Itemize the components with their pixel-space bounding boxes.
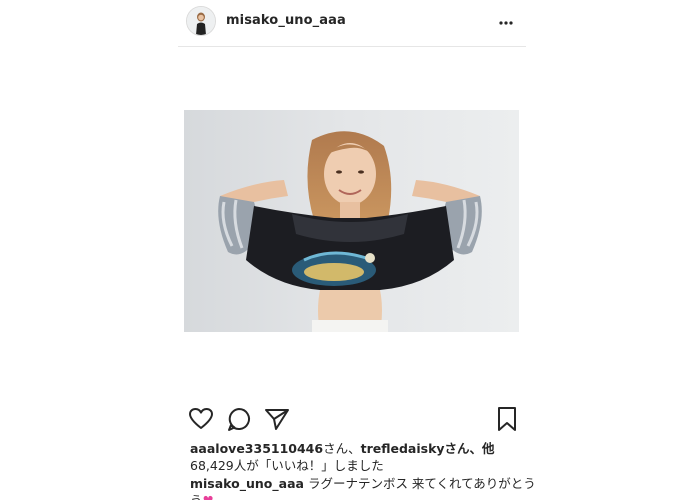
liked-by-user-1[interactable]: aaalove335110446 bbox=[190, 441, 323, 456]
liked-by-separator-2: さん、他 bbox=[444, 441, 495, 456]
heart-icon[interactable] bbox=[188, 406, 214, 432]
caption-line-2: う bbox=[190, 493, 203, 500]
post-photo[interactable] bbox=[184, 110, 519, 332]
instagram-post: misako_uno_aaa aaalove335110446さん、trefle… bbox=[0, 0, 700, 500]
likes-summary: aaalove335110446さん、trefledaiskyさん、他 68,4… bbox=[190, 440, 520, 474]
liked-by-separator-1: さん、 bbox=[323, 441, 361, 456]
bookmark-icon[interactable] bbox=[494, 406, 520, 432]
avatar[interactable] bbox=[186, 6, 216, 36]
avatar-image bbox=[187, 7, 215, 35]
post-header: misako_uno_aaa bbox=[178, 0, 526, 47]
liked-by-line: aaalove335110446さん、trefledaiskyさん、他 bbox=[190, 440, 520, 457]
caption-continuation: う♥ bbox=[190, 492, 214, 500]
heart-emoji-icon: ♥ bbox=[203, 493, 214, 500]
comment-icon[interactable] bbox=[226, 406, 252, 432]
caption: misako_uno_aaa ラグーナテンボス 来てくれてありがとう bbox=[190, 475, 536, 492]
caption-username[interactable]: misako_uno_aaa bbox=[190, 476, 304, 491]
post-username[interactable]: misako_uno_aaa bbox=[226, 13, 346, 28]
more-horizontal-icon[interactable] bbox=[498, 14, 514, 26]
like-count[interactable]: 68,429人が「いいね！」しました bbox=[190, 457, 520, 474]
post-photo-image bbox=[184, 110, 519, 332]
send-icon[interactable] bbox=[264, 406, 290, 432]
caption-text: ラグーナテンボス 来てくれてありがとう bbox=[307, 476, 536, 491]
action-bar bbox=[188, 406, 518, 432]
liked-by-user-2[interactable]: trefledaisky bbox=[361, 441, 445, 456]
